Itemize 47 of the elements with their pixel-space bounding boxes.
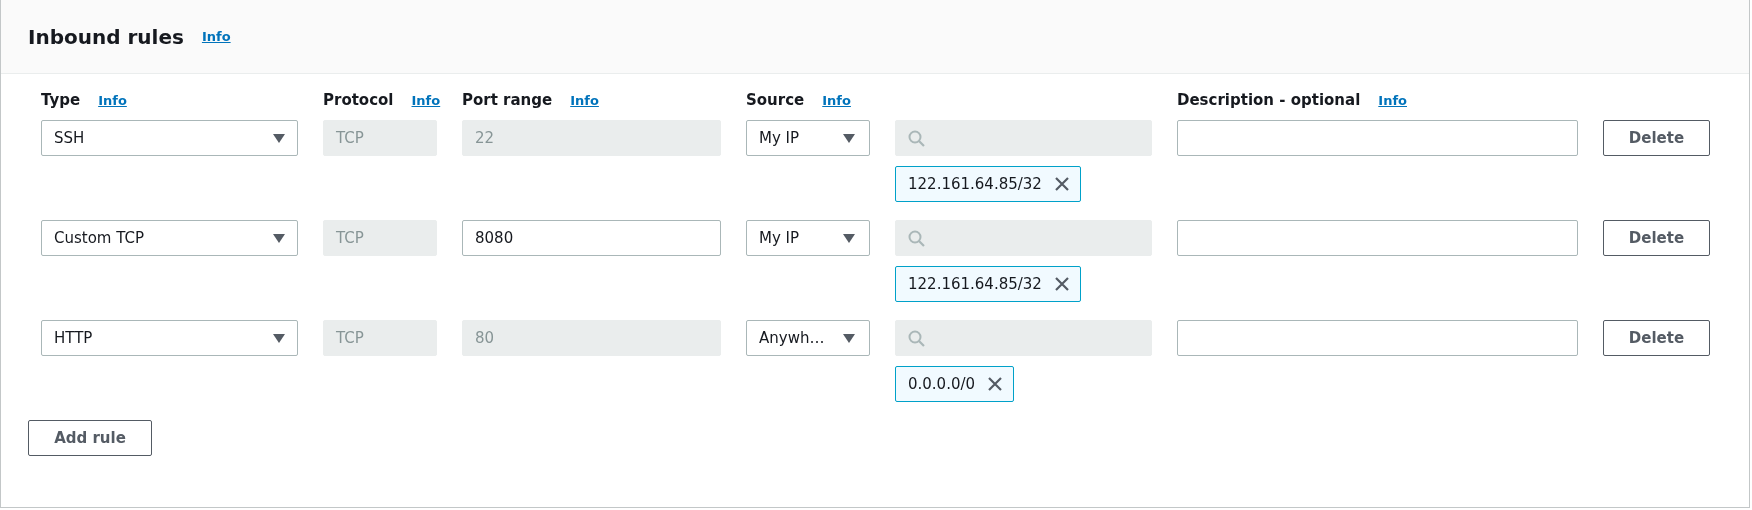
info-link[interactable]: Info <box>822 92 851 108</box>
type-select[interactable]: HTTP <box>41 320 298 356</box>
cidr-text: 122.161.64.85/32 <box>908 275 1042 293</box>
search-icon <box>908 129 925 147</box>
column-header: Source <box>746 91 805 109</box>
cidr-search-field[interactable] <box>895 120 1152 156</box>
caret-icon <box>843 233 855 243</box>
delete-button[interactable]: Delete <box>1603 320 1710 356</box>
source-select[interactable]: My IP <box>746 220 870 256</box>
cidr-text: 122.161.64.85/32 <box>908 175 1042 193</box>
add-rule-button[interactable]: Add rule <box>28 420 152 456</box>
close-icon[interactable] <box>1053 176 1070 192</box>
type-select[interactable]: Custom TCP <box>41 220 298 256</box>
cidr-search-field[interactable] <box>895 320 1152 356</box>
column-header: Protocol <box>323 91 394 109</box>
info-link[interactable]: Info <box>411 92 441 108</box>
info-link[interactable]: Info <box>201 29 231 44</box>
delete-button[interactable]: Delete <box>1603 220 1710 256</box>
column-header: Port range <box>462 91 553 109</box>
description-field[interactable] <box>1177 120 1578 156</box>
cidr-search-field[interactable] <box>895 220 1152 256</box>
source-select[interactable]: Anywh… <box>746 320 870 356</box>
caret-icon <box>273 233 285 243</box>
close-icon[interactable] <box>987 376 1004 392</box>
description-field[interactable] <box>1177 320 1578 356</box>
protocol-field: TCP <box>323 320 437 356</box>
caret-icon <box>843 133 855 143</box>
protocol-field: TCP <box>323 220 437 256</box>
caret-icon <box>843 333 855 343</box>
protocol-field: TCP <box>323 120 437 156</box>
caret-icon <box>273 133 285 143</box>
source-select[interactable]: My IP <box>746 120 870 156</box>
info-link[interactable]: Info <box>98 92 127 108</box>
cidr-text: 0.0.0.0/0 <box>908 375 976 393</box>
description-field[interactable] <box>1177 220 1578 256</box>
delete-button[interactable]: Delete <box>1603 120 1710 156</box>
close-icon[interactable] <box>1053 276 1070 292</box>
caret-icon <box>273 333 285 343</box>
info-link[interactable]: Info <box>570 92 599 108</box>
panel-title: Inbound rules <box>28 24 184 49</box>
port-range-field[interactable]: 8080 <box>462 220 721 256</box>
search-icon <box>908 329 925 347</box>
search-icon <box>908 229 925 247</box>
column-header: Type <box>41 91 81 109</box>
info-link[interactable]: Info <box>1378 92 1407 108</box>
type-select[interactable]: SSH <box>41 120 298 156</box>
column-header: Description - optional <box>1177 91 1361 109</box>
